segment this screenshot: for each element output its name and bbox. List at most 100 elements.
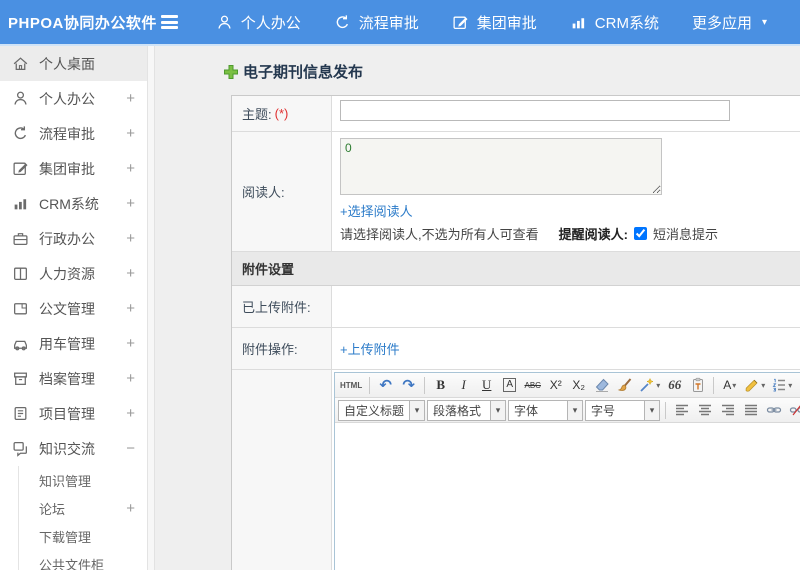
remind-readers-label: 提醒阅读人: xyxy=(558,227,628,242)
undo-icon[interactable]: ↶ xyxy=(375,375,396,396)
select-readers-link[interactable]: +选择阅读人 xyxy=(340,201,800,220)
readers-hint-text: 请选择阅读人,不选为所有人可查看 xyxy=(340,227,539,242)
sidebar-item-desktop[interactable]: 个人桌面 xyxy=(0,46,147,81)
uploaded-attachments-value xyxy=(332,286,800,327)
sidebar-scrollbar[interactable] xyxy=(148,46,155,570)
subject-input[interactable] xyxy=(340,100,730,121)
editor-toolbar-row1: HTML ↶ ↷ B I U A ABC X² X₂ ▾ 66 A ▾ ▾ ▾ xyxy=(335,373,800,398)
expand-plus-icon[interactable]: + xyxy=(126,125,135,142)
sidebar-item-personal-office[interactable]: 个人办公 + xyxy=(0,81,147,116)
uploaded-attachments-row: 已上传附件: xyxy=(232,286,800,328)
paste-icon[interactable] xyxy=(687,375,708,396)
align-center-icon[interactable] xyxy=(694,400,715,421)
expand-plus-icon[interactable]: + xyxy=(126,265,135,282)
nav-group-approval[interactable]: 集团审批 xyxy=(452,12,537,33)
eraser-icon[interactable] xyxy=(591,375,612,396)
sms-notify-label: 短消息提示 xyxy=(652,227,718,242)
highlight-pen-icon[interactable]: ▾ xyxy=(742,375,767,396)
italic-button[interactable]: I xyxy=(453,375,474,396)
nav-crm-system[interactable]: CRM系统 xyxy=(570,12,659,33)
attachment-action-row: 附件操作: +上传附件 xyxy=(232,328,800,370)
caret-down-icon: ▾ xyxy=(490,400,506,420)
caret-down-icon: ▾ xyxy=(761,16,767,28)
font-color-button[interactable]: A ▾ xyxy=(719,375,740,396)
readers-label: 阅读人: xyxy=(242,185,285,200)
redo-icon[interactable]: ↷ xyxy=(398,375,419,396)
editor-canvas[interactable] xyxy=(335,423,800,570)
attachment-section-header: 附件设置 xyxy=(232,252,800,286)
sidebar-subitem-download-mgmt[interactable]: 下载管理 xyxy=(19,522,147,550)
expand-plus-icon[interactable]: + xyxy=(126,300,135,317)
unlink-icon[interactable] xyxy=(786,400,800,421)
sidebar-item-knowledge-exchange[interactable]: 知识交流 − xyxy=(0,431,147,466)
sidebar-item-group-approval[interactable]: 集团审批 + xyxy=(0,151,147,186)
border-text-button[interactable]: A xyxy=(503,378,517,392)
superscript-button[interactable]: X² xyxy=(545,375,566,396)
align-right-icon[interactable] xyxy=(717,400,738,421)
expand-plus-icon[interactable]: + xyxy=(126,500,135,517)
sidebar-subitem-forum[interactable]: 论坛 + xyxy=(19,494,147,522)
ordered-list-icon[interactable]: ▾ xyxy=(769,375,794,396)
upload-attachment-link[interactable]: +上传附件 xyxy=(340,342,400,357)
html-source-button[interactable]: HTML xyxy=(338,375,364,396)
font-family-select[interactable]: 字体 ▾ xyxy=(508,399,584,421)
archive-icon xyxy=(12,370,29,387)
sidebar-item-process-approval[interactable]: 流程审批 + xyxy=(0,116,147,151)
readers-textarea[interactable]: 0 xyxy=(340,138,662,195)
main-content: 电子期刊信息发布 主题: (*) 阅读人: 0 +选择阅读人 请选择阅读人,不选… xyxy=(155,46,800,570)
process-icon xyxy=(334,14,351,31)
subject-row: 主题: (*) xyxy=(232,96,800,132)
app-title: PHPOA协同办公软件 xyxy=(8,14,157,32)
paragraph-format-select[interactable]: 段落格式 ▾ xyxy=(427,399,507,421)
sidebar-item-document-mgmt[interactable]: 公文管理 + xyxy=(0,291,147,326)
nav-personal-office[interactable]: 个人办公 xyxy=(216,12,301,33)
expand-plus-icon[interactable]: + xyxy=(126,195,135,212)
approval-icon xyxy=(452,14,469,31)
sidebar-item-archive-mgmt[interactable]: 档案管理 + xyxy=(0,361,147,396)
format-brush-icon[interactable] xyxy=(614,375,635,396)
underline-button[interactable]: U xyxy=(476,375,497,396)
align-justify-icon[interactable] xyxy=(740,400,761,421)
required-mark: (*) xyxy=(274,106,289,121)
sidebar-item-admin-office[interactable]: 行政办公 + xyxy=(0,221,147,256)
caret-down-icon: ▾ xyxy=(788,380,793,390)
expand-plus-icon[interactable]: + xyxy=(126,90,135,107)
unordered-list-icon[interactable] xyxy=(796,375,800,396)
expand-plus-icon[interactable]: + xyxy=(126,370,135,387)
bold-button[interactable]: B xyxy=(430,375,451,396)
caret-down-icon: ▾ xyxy=(644,400,660,420)
briefcase-icon xyxy=(12,230,29,247)
strikethrough-button[interactable]: ABC xyxy=(522,375,543,396)
expand-plus-icon[interactable]: + xyxy=(126,160,135,177)
nav-more-apps[interactable]: 更多应用 ▾ xyxy=(692,12,767,33)
document-icon xyxy=(12,300,29,317)
hamburger-icon[interactable] xyxy=(161,15,178,29)
user-icon xyxy=(216,14,233,31)
sidebar-item-crm[interactable]: CRM系统 + xyxy=(0,186,147,221)
caret-down-icon: ▾ xyxy=(761,380,766,390)
align-left-icon[interactable] xyxy=(671,400,692,421)
expand-plus-icon[interactable]: + xyxy=(126,335,135,352)
expand-plus-icon[interactable]: + xyxy=(126,230,135,247)
custom-heading-select[interactable]: 自定义标题 ▾ xyxy=(338,399,426,421)
process-icon xyxy=(12,125,29,142)
sms-notify-checkbox[interactable] xyxy=(633,227,647,240)
approval-icon xyxy=(12,160,29,177)
link-icon[interactable] xyxy=(763,400,784,421)
chat-icon xyxy=(12,440,29,457)
expand-plus-icon[interactable]: + xyxy=(126,405,135,422)
page-title: 电子期刊信息发布 xyxy=(155,46,800,95)
sidebar-subitem-public-cabinet[interactable]: 公共文件柜 xyxy=(19,550,147,570)
blockquote-button[interactable]: 66 xyxy=(664,375,685,396)
sidebar-item-hr[interactable]: 人力资源 + xyxy=(0,256,147,291)
sidebar-item-project-mgmt[interactable]: 项目管理 + xyxy=(0,396,147,431)
user-icon xyxy=(12,90,29,107)
collapse-minus-icon[interactable]: − xyxy=(126,440,135,457)
nav-process-approval[interactable]: 流程审批 xyxy=(334,12,419,33)
autoformat-wand-icon[interactable]: ▾ xyxy=(637,375,662,396)
caret-down-icon: ▾ xyxy=(732,380,737,390)
font-size-select[interactable]: 字号 ▾ xyxy=(585,399,661,421)
subscript-button[interactable]: X₂ xyxy=(568,375,589,396)
sidebar-subitem-knowledge-mgmt[interactable]: 知识管理 xyxy=(19,466,147,494)
sidebar-item-vehicle-mgmt[interactable]: 用车管理 + xyxy=(0,326,147,361)
